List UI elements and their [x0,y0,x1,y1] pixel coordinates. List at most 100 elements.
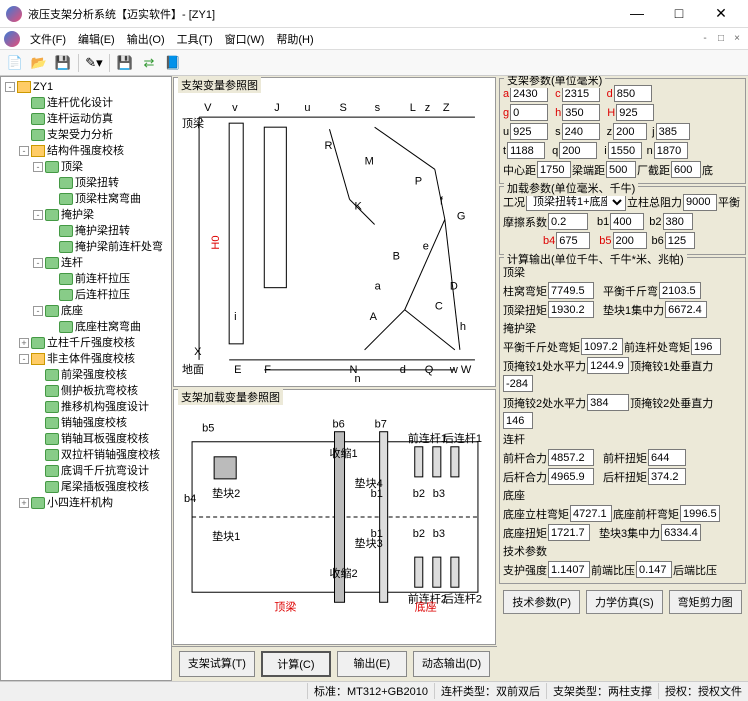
minimize-button[interactable]: — [616,5,658,22]
tree-item[interactable]: 连杆优化设计 [47,95,113,111]
nav-tree[interactable]: -ZY1 连杆优化设计 连杆运动仿真 支架受力分析 -结构件强度校核 -顶梁 顶… [0,76,172,681]
zhqd-output[interactable] [548,561,590,578]
tree-item[interactable]: 销轴耳板强度校核 [61,431,149,447]
maximize-button[interactable]: □ [658,5,700,22]
tree-item[interactable]: 掩护梁扭转 [75,223,130,239]
b1-input[interactable] [610,213,644,230]
menu-help[interactable]: 帮助(H) [270,29,319,49]
mdi-close-button[interactable]: × [730,33,744,44]
zxj-input[interactable] [537,161,571,178]
toggle-icon[interactable]: - [5,82,15,92]
toggle-icon[interactable]: - [33,306,43,316]
menu-file[interactable]: 文件(F) [24,29,72,49]
dlnj-output[interactable] [548,301,594,318]
djj1spl-output[interactable] [587,357,629,374]
close-button[interactable]: ✕ [700,5,742,22]
u-input[interactable] [510,123,548,140]
tree-item[interactable]: 支架受力分析 [47,127,113,143]
tree-item[interactable]: 小四连杆机构 [47,495,113,511]
toggle-icon[interactable]: - [33,258,43,268]
djj2spl-output[interactable] [587,394,629,411]
b2-input[interactable] [663,213,693,230]
H-input[interactable] [616,104,654,121]
trial-calc-button[interactable]: 支架试算(T) [179,651,255,677]
mdi-restore-button[interactable]: □ [714,33,728,44]
tree-item[interactable]: 底调千斤抗弯设计 [61,463,149,479]
tree-item[interactable]: 后连杆拉压 [75,287,130,303]
qlgcwj-output[interactable] [691,338,721,355]
toggle-icon[interactable]: + [19,498,29,508]
dyn-output-button[interactable]: 动态输出(D) [413,651,490,677]
dk1jz-output[interactable] [665,301,707,318]
gkj-input[interactable] [671,161,701,178]
save2-button[interactable]: 💾 [114,52,136,74]
t-input[interactable] [507,142,545,159]
output-button[interactable]: 输出(E) [337,651,407,677]
tree-item[interactable]: 顶梁柱窝弯曲 [75,191,141,207]
tree-item[interactable]: 销轴强度校核 [61,415,127,431]
save-button[interactable]: 💾 [52,52,74,74]
doc-button[interactable]: 📘 [162,52,184,74]
b4-input[interactable] [556,232,590,249]
menu-window[interactable]: 窗口(W) [219,29,271,49]
edit-button[interactable]: ✎▾ [83,52,105,74]
g-input[interactable] [510,104,548,121]
dznj-output[interactable] [548,524,590,541]
tree-item[interactable]: 连杆 [61,255,83,271]
dk3jz-output[interactable] [661,524,701,541]
phqjcwj-output[interactable] [581,338,623,355]
menu-output[interactable]: 输出(O) [121,29,171,49]
toggle-icon[interactable]: - [33,162,43,172]
tree-item[interactable]: 底座 [61,303,83,319]
tree-item[interactable]: 双拉杆销轴强度校核 [61,447,160,463]
hghl-output[interactable] [548,468,594,485]
menu-tool[interactable]: 工具(T) [171,29,219,49]
moment-shear-button[interactable]: 弯矩剪力图 [669,590,742,614]
j-input[interactable] [656,123,690,140]
mech-sim-button[interactable]: 力学仿真(S) [586,590,663,614]
calc-button[interactable]: 计算(C) [261,651,331,677]
tree-item[interactable]: 掩护梁前连杆处弯 [75,239,163,255]
tree-item[interactable]: 连杆运动仿真 [47,111,113,127]
toggle-icon[interactable]: - [33,210,43,220]
z-input[interactable] [613,123,647,140]
tree-item[interactable]: 顶梁 [61,159,83,175]
phqjwj-output[interactable] [659,282,701,299]
new-button[interactable]: 📄 [4,52,26,74]
dzqgwj-output[interactable] [680,505,720,522]
tree-item[interactable]: 立柱千斤强度校核 [47,335,135,351]
tree-root[interactable]: ZY1 [33,79,53,95]
s-input[interactable] [562,123,600,140]
tree-item[interactable]: 结构件强度校核 [47,143,124,159]
ldj-input[interactable] [606,161,636,178]
qdby-output[interactable] [636,561,672,578]
toggle-icon[interactable]: + [19,338,29,348]
mcxs-input[interactable] [548,213,588,230]
toggle-icon[interactable]: - [19,146,29,156]
tech-params-button[interactable]: 技术参数(P) [503,590,580,614]
h-input[interactable] [562,104,600,121]
tree-item[interactable]: 掩护梁 [61,207,94,223]
export-button[interactable]: ⇄ [138,52,160,74]
b6-input[interactable] [665,232,695,249]
n-input[interactable] [654,142,688,159]
tree-item[interactable]: 尾梁插板强度校核 [61,479,149,495]
djj2czl-output[interactable] [503,412,533,429]
d-input[interactable] [614,85,652,102]
tree-item[interactable]: 推移机构强度设计 [61,399,149,415]
toggle-icon[interactable]: - [19,354,29,364]
tree-item[interactable]: 顶梁扭转 [75,175,119,191]
q-input[interactable] [559,142,597,159]
lzzl-input[interactable] [683,194,717,211]
dzlzwj-output[interactable] [570,505,612,522]
i-input[interactable] [608,142,642,159]
qghl-output[interactable] [548,449,594,466]
open-button[interactable]: 📂 [28,52,50,74]
b5-input[interactable] [613,232,647,249]
tree-item[interactable]: 前连杆拉压 [75,271,130,287]
mdi-minimize-button[interactable]: - [698,33,712,44]
zwwj-output[interactable] [548,282,594,299]
tree-item[interactable]: 非主体件强度校核 [47,351,135,367]
tree-item[interactable]: 侧护板抗弯校核 [61,383,138,399]
djj1czl-output[interactable] [503,375,533,392]
